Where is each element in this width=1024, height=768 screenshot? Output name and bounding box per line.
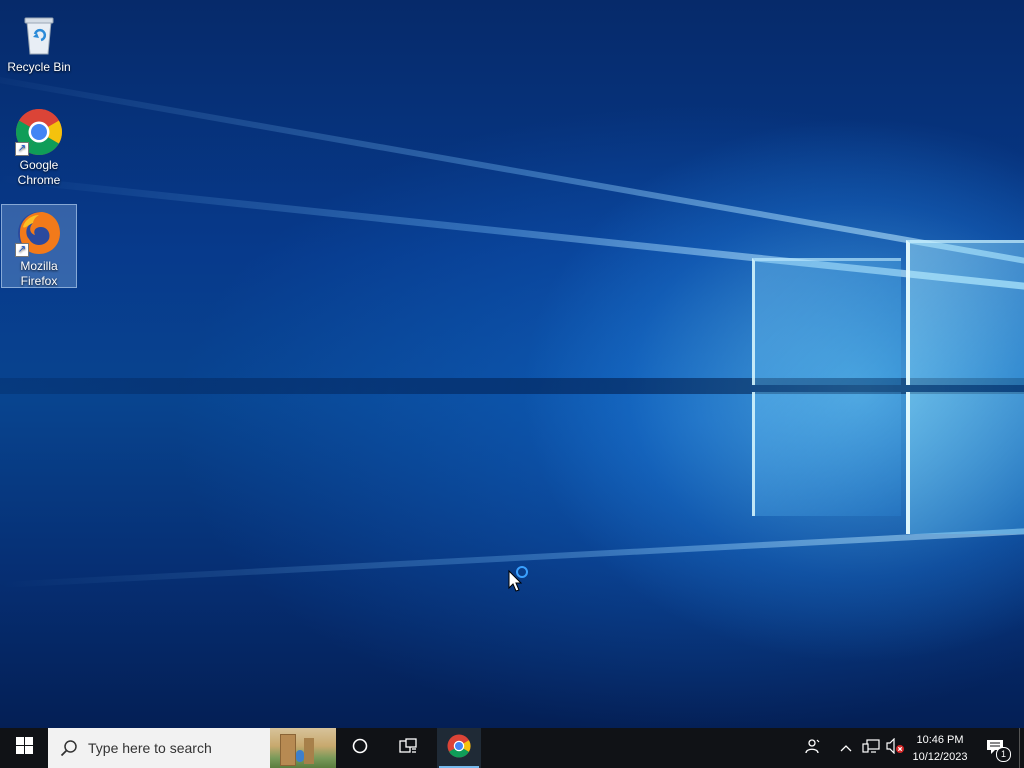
volume-muted-icon	[885, 737, 905, 759]
windows-logo-icon	[15, 737, 33, 759]
shortcut-arrow-icon: ↗	[15, 142, 29, 156]
start-button[interactable]	[0, 728, 48, 768]
desktop-icon-label: Firefox	[20, 274, 58, 288]
desktop-icon-label: Recycle Bin	[7, 60, 71, 74]
wallpaper-beam	[0, 70, 1024, 276]
wallpaper-window-pane	[906, 240, 1024, 385]
people-button[interactable]	[798, 728, 826, 768]
cortana-button[interactable]	[336, 728, 384, 768]
desktop-icon-label: Mozilla	[20, 259, 58, 273]
people-icon	[804, 738, 820, 759]
action-center-button[interactable]: 1	[980, 728, 1014, 768]
network-icon	[862, 738, 880, 759]
search-highlight-image	[270, 728, 336, 768]
wallpaper-beam	[0, 175, 1024, 297]
clock-date: 10/12/2023	[912, 751, 968, 763]
desktop-icon-mozilla-firefox[interactable]: ↗ Mozilla Firefox	[1, 204, 77, 288]
chrome-icon: ↗	[15, 108, 63, 156]
taskbar-clock[interactable]: 10:46 PM 10/12/2023	[904, 732, 976, 766]
show-desktop-button[interactable]	[1019, 728, 1024, 768]
mouse-pointer-busy-icon	[508, 564, 532, 592]
shortcut-arrow-icon: ↗	[15, 243, 29, 257]
desktop-icon-recycle-bin[interactable]: Recycle Bin	[1, 6, 77, 76]
network-button[interactable]	[860, 728, 882, 768]
wallpaper-beam	[0, 378, 1024, 394]
recycle-bin-icon	[15, 10, 63, 58]
task-view-button[interactable]	[384, 728, 432, 768]
wallpaper-window-pane	[752, 392, 901, 516]
taskbar-app-google-chrome[interactable]	[437, 728, 481, 768]
search-placeholder: Type here to search	[88, 740, 212, 756]
firefox-icon: ↗	[15, 209, 63, 257]
wallpaper-window-pane	[906, 392, 1024, 534]
desktop-icon-google-chrome[interactable]: ↗ Google Chrome	[1, 104, 77, 190]
volume-button[interactable]	[884, 728, 906, 768]
action-center-icon: 1	[986, 738, 1011, 762]
desktop[interactable]: Recycle Bin ↗ Google Chrome ↗ Mozilla Fi…	[0, 0, 1024, 728]
notification-count-badge: 1	[996, 747, 1011, 762]
taskbar: Type here to search 10:46 PM 10/12/2023 …	[0, 728, 1024, 768]
show-hidden-icons-button[interactable]	[836, 728, 856, 768]
cortana-circle-icon	[352, 738, 368, 759]
search-icon	[60, 739, 78, 762]
taskbar-search-box[interactable]: Type here to search	[48, 728, 336, 768]
desktop-icon-label: Chrome	[17, 173, 61, 187]
clock-time: 10:46 PM	[916, 734, 964, 746]
chrome-icon	[447, 734, 471, 763]
desktop-icon-label: Google	[19, 158, 59, 172]
chevron-up-icon	[840, 739, 852, 757]
task-view-icon	[399, 737, 417, 759]
wallpaper-window-pane	[752, 258, 901, 385]
